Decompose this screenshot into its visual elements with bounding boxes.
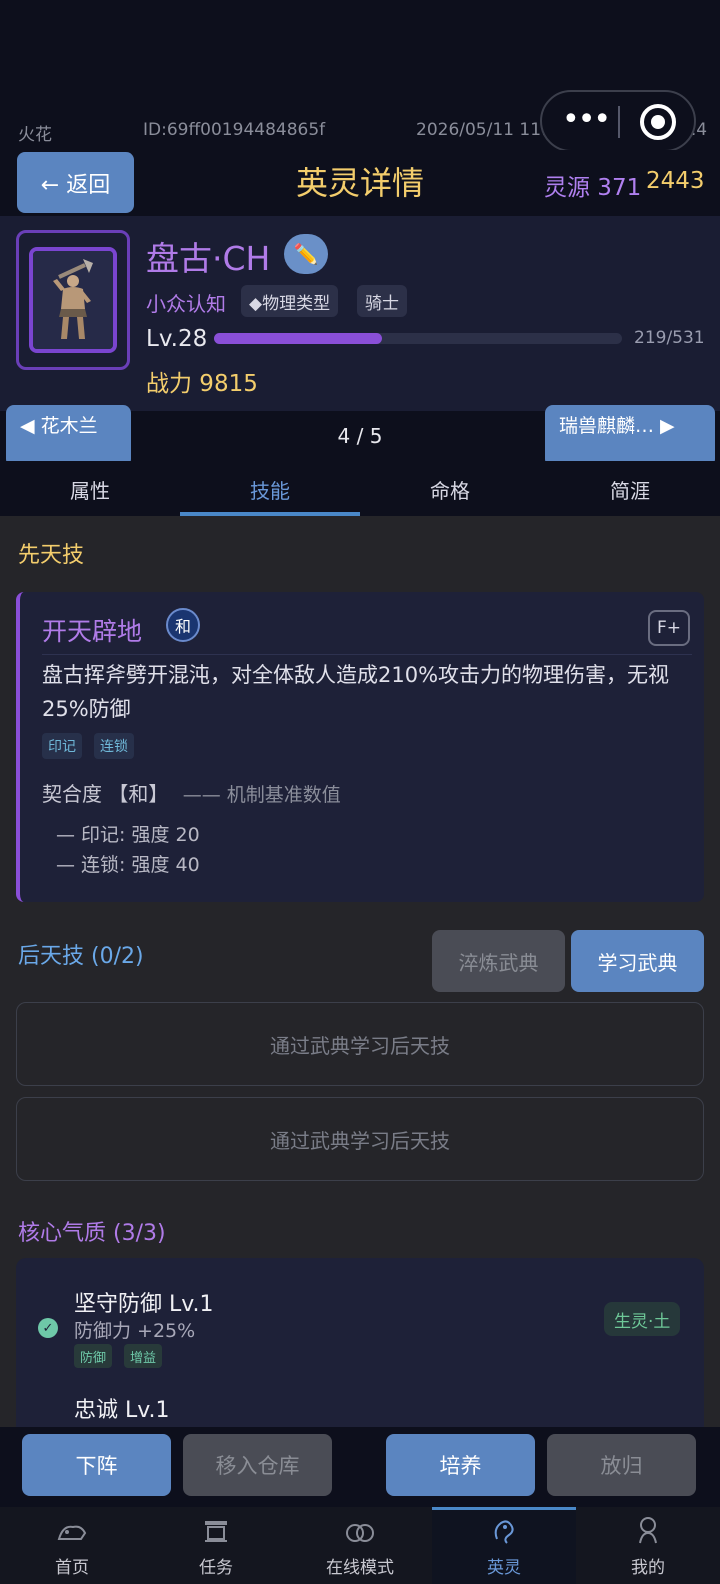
nav-label: 在线模式 — [326, 1558, 394, 1578]
warrior-portrait-icon — [33, 251, 113, 349]
release-button[interactable]: 放归 — [547, 1434, 696, 1496]
seal-char: 和 — [174, 617, 191, 636]
level-label: Lv.28 — [146, 326, 208, 352]
nav-label: 任务 — [199, 1558, 233, 1578]
traits-card: ✓ 坚守防御 Lv.1 防御力 +25% 生灵·土 防御 增益 忠诚 Lv.1 — [16, 1258, 704, 1448]
miniapp-capsule: ••• — [540, 90, 696, 152]
harmony-seal-icon: 和 — [166, 608, 200, 642]
home-icon — [0, 1507, 144, 1547]
heroes-icon — [432, 1507, 576, 1547]
fit-label: 契合度 【和】 —— 机制基准数值 — [42, 778, 341, 807]
move-to-storage-button[interactable]: 移入仓库 — [183, 1434, 332, 1496]
tab-attributes[interactable]: 属性 — [0, 461, 180, 516]
traits-section-title: 核心气质 (3/3) — [18, 1221, 166, 1246]
tab-skills[interactable]: 技能 — [180, 461, 360, 516]
prev-hero-button[interactable]: ◀ 花木兰 — [6, 405, 131, 467]
spirit-source-counter: 灵源 371 — [544, 175, 642, 201]
skill-name: 开天辟地 — [42, 617, 143, 646]
trait-effect: 防御力 +25% — [74, 1320, 196, 1342]
skill-tag-chain: 连锁 — [94, 733, 134, 759]
learn-manual-button[interactable]: 学习武典 — [571, 930, 704, 992]
type-tag: ◆物理类型 — [241, 285, 339, 317]
xp-bar — [214, 333, 622, 344]
nav-item-heroes[interactable]: 英灵 — [432, 1507, 576, 1584]
bottom-nav: 首页 任务 在线模式 英灵 我的 — [0, 1507, 720, 1584]
innate-skill-card[interactable]: 开天辟地 和 F+ 盘古挥斧劈开混沌，对全体敌人造成210%攻击力的物理伤害，无… — [16, 592, 704, 902]
online-mode-icon — [288, 1507, 432, 1547]
gold-counter: 2443 — [646, 168, 705, 194]
detail-tabs: 属性 技能 命格 简涯 — [0, 461, 720, 516]
edit-name-button[interactable]: ✏️ — [284, 234, 328, 274]
divider — [42, 654, 692, 655]
skill-description: 盘古挥斧劈开混沌，对全体敌人造成210%攻击力的物理伤害，无视25%防御 — [42, 663, 670, 721]
nav-item-online[interactable]: 在线模式 — [288, 1507, 432, 1584]
trait-name: 忠诚 Lv.1 — [74, 1398, 170, 1423]
combat-power: 战力 9815 — [146, 371, 258, 397]
fit-line-chain: — 连锁: 强度 40 — [56, 854, 200, 876]
tab-profile[interactable]: 简涯 — [540, 461, 720, 516]
hero-name: 盘古·CH — [146, 239, 271, 278]
xp-text: 219/531 — [634, 328, 705, 348]
fit-subtitle: —— 机制基准数值 — [182, 784, 341, 806]
unassign-button[interactable]: 下阵 — [22, 1434, 171, 1496]
more-icon[interactable]: ••• — [562, 105, 611, 135]
nav-item-profile[interactable]: 我的 — [576, 1507, 720, 1584]
nav-label: 首页 — [55, 1558, 89, 1578]
back-button[interactable]: ← 返回 — [17, 152, 134, 213]
nav-item-tasks[interactable]: 任务 — [144, 1507, 288, 1584]
rarity-label: 小众认知 — [146, 292, 226, 316]
train-button[interactable]: 培养 — [386, 1434, 535, 1496]
avatar — [16, 230, 130, 370]
innate-section-title: 先天技 — [18, 543, 85, 568]
xp-bar-fill — [214, 333, 383, 344]
capsule-divider — [618, 106, 620, 138]
tab-destiny[interactable]: 命格 — [360, 461, 540, 516]
user-id: ID:69ff00194484865f — [143, 120, 326, 140]
fit-line-mark: — 印记: 强度 20 — [56, 824, 200, 846]
check-icon: ✓ — [38, 1318, 58, 1338]
tasks-icon — [144, 1507, 288, 1547]
trait-element-badge: 生灵·土 — [604, 1302, 681, 1336]
avatar-portrait — [29, 247, 117, 353]
profile-icon — [576, 1507, 720, 1547]
next-hero-button[interactable]: 瑞兽麒麟… ▶ — [545, 405, 715, 467]
trait-name: 坚守防御 Lv.1 — [74, 1292, 214, 1317]
nav-label: 我的 — [631, 1558, 665, 1578]
pencil-icon: ✏️ — [293, 242, 319, 266]
close-miniapp-icon[interactable] — [640, 104, 676, 140]
app-name: 火花 — [18, 125, 52, 145]
refine-manual-button[interactable]: 淬炼武典 — [432, 930, 565, 992]
class-tag: 骑士 — [357, 285, 407, 317]
skill-grade-badge: F+ — [648, 610, 690, 646]
nav-label: 英灵 — [487, 1558, 521, 1578]
trait-tag-defense: 防御 — [74, 1344, 113, 1368]
skill-tag-mark: 印记 — [42, 733, 82, 759]
fit-title: 契合度 【和】 — [42, 782, 169, 806]
nav-item-home[interactable]: 首页 — [0, 1507, 144, 1584]
acquired-section-title: 后天技 (0/2) — [18, 944, 144, 969]
acquired-skill-slot[interactable]: 通过武典学习后天技 — [16, 1097, 704, 1181]
trait-tag-buff: 增益 — [124, 1344, 163, 1368]
acquired-skill-slot[interactable]: 通过武典学习后天技 — [16, 1002, 704, 1086]
